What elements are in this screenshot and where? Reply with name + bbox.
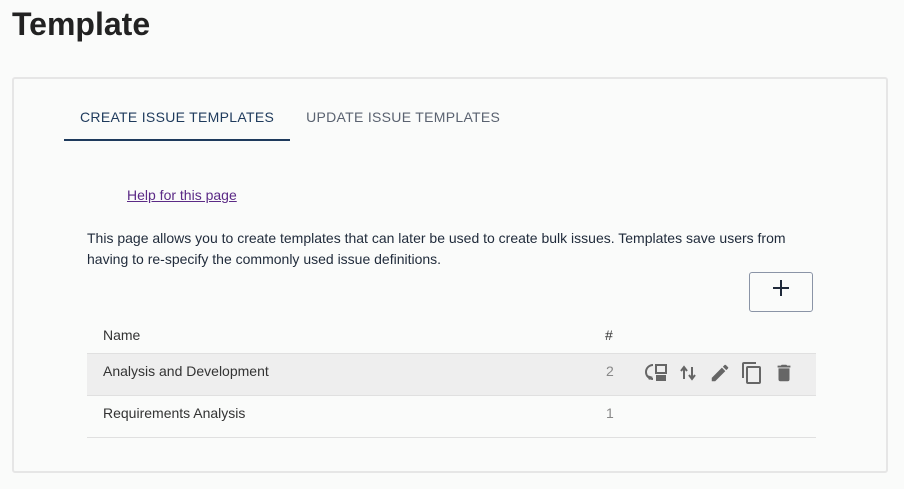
edit-icon[interactable]	[707, 360, 733, 386]
table-row[interactable]: Requirements Analysis 1	[87, 396, 816, 438]
templates-table: Name # Analysis and Development 2 Requir…	[87, 313, 816, 438]
row-name: Requirements Analysis	[103, 405, 246, 421]
tab-update-issue-templates[interactable]: UPDATE ISSUE TEMPLATES	[290, 99, 516, 141]
template-card: CREATE ISSUE TEMPLATES UPDATE ISSUE TEMP…	[12, 77, 888, 473]
plus-icon	[773, 280, 789, 296]
table-header: Name #	[87, 313, 816, 354]
table-row[interactable]: Analysis and Development 2	[87, 354, 816, 396]
add-template-button[interactable]	[749, 272, 813, 312]
delete-icon[interactable]	[771, 360, 797, 386]
column-header-name[interactable]: Name	[103, 327, 140, 343]
sort-icon[interactable]	[675, 360, 701, 386]
page-description: This page allows you to create templates…	[87, 230, 786, 267]
row-count: 2	[606, 363, 614, 379]
tab-bar: CREATE ISSUE TEMPLATES UPDATE ISSUE TEMP…	[64, 99, 516, 141]
convert-icon[interactable]	[643, 360, 669, 386]
tab-create-issue-templates[interactable]: CREATE ISSUE TEMPLATES	[64, 99, 291, 141]
help-link[interactable]: Help for this page	[127, 187, 237, 203]
copy-icon[interactable]	[739, 360, 765, 386]
row-actions	[643, 360, 797, 386]
row-name: Analysis and Development	[103, 363, 269, 379]
column-header-count[interactable]: #	[605, 327, 613, 343]
page-title: Template	[12, 6, 151, 42]
row-count: 1	[606, 405, 614, 421]
